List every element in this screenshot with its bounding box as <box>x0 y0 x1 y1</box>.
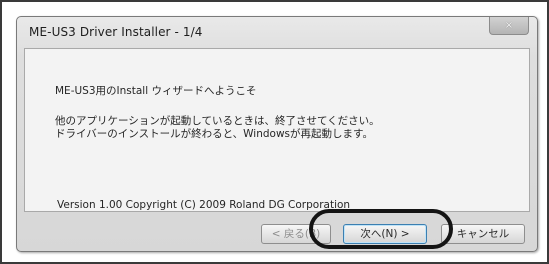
close-icon: × <box>504 20 514 31</box>
welcome-text: ME-US3用のInstall ウィザードへようこそ <box>55 85 257 97</box>
instruction-line-2: ドライバーのインストールが終わると、Windowsが再起動します。 <box>55 128 373 140</box>
cancel-button[interactable]: キャンセル <box>441 224 525 244</box>
screenshot-frame: ME-US3 Driver Installer - 1/4 × ME-US3用の… <box>0 0 549 264</box>
version-copyright: Version 1.00 Copyright (C) 2009 Roland D… <box>57 199 351 211</box>
close-button[interactable]: × <box>489 17 529 35</box>
button-bar: < 戻る(B) 次へ(N) > キャンセル <box>17 213 537 253</box>
window-title: ME-US3 Driver Installer - 1/4 <box>29 25 203 39</box>
title-bar: ME-US3 Driver Installer - 1/4 × <box>17 17 537 45</box>
installer-dialog: ME-US3 Driver Installer - 1/4 × ME-US3用の… <box>16 16 538 252</box>
dialog-content: ME-US3用のInstall ウィザードへようこそ 他のアプリケーションが起動… <box>24 48 530 212</box>
next-button-highlight-circle <box>309 209 453 249</box>
